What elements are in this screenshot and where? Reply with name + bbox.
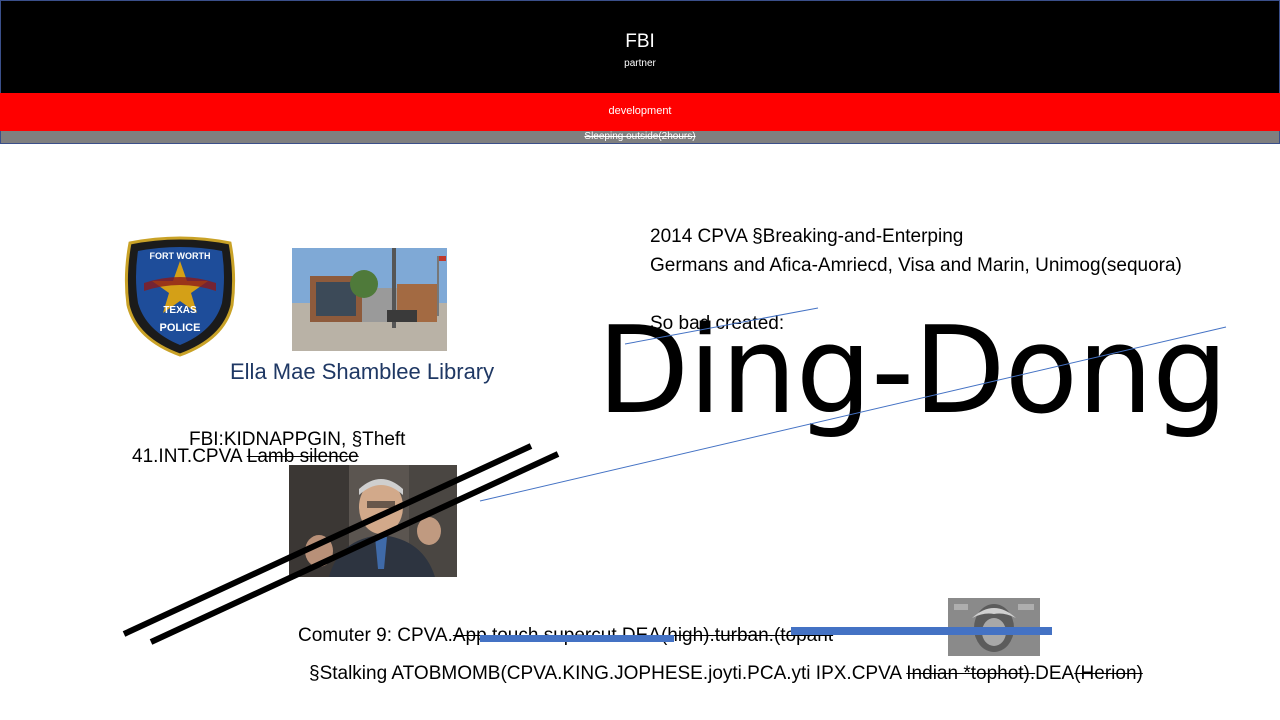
stalking-struck-1: Indian *tophot). xyxy=(906,663,1036,684)
library-caption: Ella Mae Shamblee Library xyxy=(230,359,495,384)
svg-text:TEXAS: TEXAS xyxy=(163,305,197,316)
int-struck-text: Lamb silence xyxy=(246,446,359,467)
germans-line: Germans and Afica-Amriecd, Visa and Mari… xyxy=(650,255,1182,276)
header-red-text: development xyxy=(608,105,672,117)
comuter-line: Comuter 9: CPVA.App touch supercut DEA(h… xyxy=(298,625,833,647)
comuter-struck-text: App touch supercut DEA(high).turban.(top… xyxy=(452,625,834,646)
stalking-mid: DEA xyxy=(1035,663,1075,684)
svg-text:POLICE: POLICE xyxy=(160,322,201,334)
header-title: FBI xyxy=(625,31,655,52)
stalking-prefix: §Stalking ATOBMOMB(CPVA.KING.JOPHESE.joy… xyxy=(309,663,907,684)
stalking-struck-2: (Herion) xyxy=(1074,663,1143,684)
person-photo xyxy=(289,465,457,577)
police-badge-image: FORT WORTH TEXAS POLICE xyxy=(124,236,236,357)
header-subtitle: partner xyxy=(624,58,656,69)
comuter-prefix: Comuter 9: CPVA. xyxy=(298,625,453,646)
ding-dong-heading: Ding-Dong xyxy=(597,302,1228,441)
svg-text:FORT WORTH: FORT WORTH xyxy=(150,251,211,261)
int-prefix: 41.INT.CPVA xyxy=(132,446,247,467)
header-gray-text: Sleeping outside(2hours) xyxy=(584,131,696,142)
library-photo xyxy=(292,248,447,351)
stalking-line: §Stalking ATOBMOMB(CPVA.KING.JOPHESE.joy… xyxy=(309,663,1143,685)
turban-photo xyxy=(948,598,1040,656)
breaking-entering-line: 2014 CPVA §Breaking-and-Enterping xyxy=(650,226,964,247)
